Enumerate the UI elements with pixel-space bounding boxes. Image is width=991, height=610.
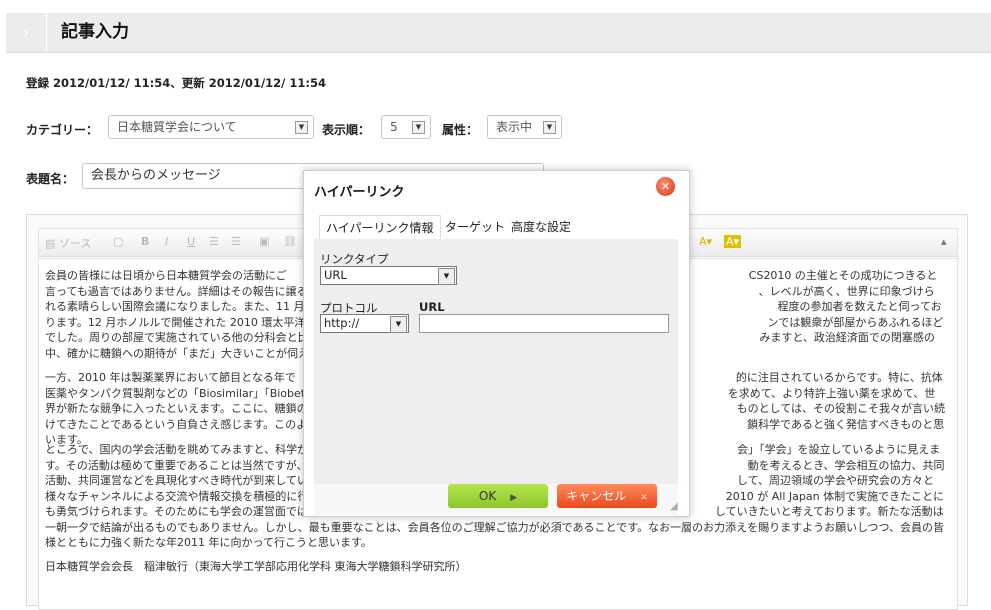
- attribute-value: 表示中: [496, 120, 533, 134]
- text-color-icon[interactable]: A▾: [699, 235, 712, 248]
- attribute-label: 属性：: [442, 123, 479, 137]
- title-label: 表題名：: [26, 172, 75, 186]
- timestamp-info: 登録 2012/01/12/ 11:54、更新 2012/01/12/ 11:5…: [26, 76, 326, 90]
- url-input[interactable]: [419, 314, 669, 333]
- order-value: 5: [390, 120, 398, 134]
- dropdown-arrow-icon: ▼: [390, 316, 407, 333]
- bullet-list-icon[interactable]: ☰: [231, 235, 241, 248]
- dropdown-arrow-icon: ▼: [412, 121, 425, 134]
- protocol-select[interactable]: http:// ▼: [320, 314, 409, 333]
- underline-button[interactable]: U: [187, 235, 195, 248]
- resize-handle-icon[interactable]: ◢: [670, 501, 678, 512]
- category-label: カテゴリー：: [26, 123, 99, 137]
- cancel-button[interactable]: キャンセル ✕: [557, 484, 657, 508]
- dropdown-arrow-icon: ▼: [543, 121, 556, 134]
- close-icon[interactable]: ✕: [656, 177, 675, 196]
- bold-button[interactable]: B: [141, 235, 149, 248]
- attribute-select[interactable]: 表示中 ▼: [487, 115, 562, 139]
- paragraph: 日本糖質学会会長 稲津敏行（東海大学工学部応用化学科 東海大学糖鎖科学研究所）: [45, 560, 467, 573]
- background-color-icon[interactable]: A▾: [724, 235, 742, 248]
- chevron-right-icon[interactable]: ›: [6, 13, 47, 52]
- order-select[interactable]: 5 ▼: [381, 115, 431, 139]
- category-value: 日本糖質学会について: [117, 120, 237, 134]
- arrow-right-icon: ▶: [510, 493, 518, 503]
- order-label: 表示順：: [322, 123, 371, 137]
- ok-button[interactable]: OK ▶: [448, 484, 548, 508]
- italic-button[interactable]: I: [165, 235, 168, 248]
- page-header: › 記事入力: [6, 13, 991, 53]
- tab-advanced[interactable]: 高度な設定: [505, 215, 577, 239]
- link-type-label: リンクタイプ: [320, 252, 389, 266]
- page-title: 記事入力: [61, 22, 129, 42]
- source-button[interactable]: ▤ ソース: [45, 235, 91, 251]
- dialog-title: ハイパーリンク: [314, 185, 405, 200]
- numbered-list-icon[interactable]: ☰: [209, 235, 219, 248]
- image-icon[interactable]: ▣: [259, 235, 269, 248]
- url-label: URL: [419, 300, 445, 314]
- category-select[interactable]: 日本糖質学会について ▼: [108, 115, 314, 139]
- tab-link-info[interactable]: ハイパーリンク情報: [319, 215, 441, 240]
- preview-icon[interactable]: ▢: [113, 235, 123, 248]
- hyperlink-dialog: ハイパーリンク ✕ ハイパーリンク情報 ターゲット 高度な設定 リンクタイプ U…: [303, 170, 690, 517]
- dropdown-arrow-icon: ▼: [438, 268, 455, 285]
- collapse-toolbar-icon[interactable]: ▴: [941, 235, 947, 248]
- protocol-value: http://: [324, 316, 360, 330]
- link-type-value: URL: [324, 268, 347, 282]
- link-type-select[interactable]: URL ▼: [320, 266, 457, 285]
- title-value: 会長からのメッセージ: [91, 168, 221, 183]
- dropdown-arrow-icon: ▼: [295, 121, 308, 134]
- link-icon[interactable]: ⛓: [283, 235, 297, 248]
- tab-target[interactable]: ターゲット: [439, 215, 511, 239]
- close-icon: ✕: [640, 493, 648, 503]
